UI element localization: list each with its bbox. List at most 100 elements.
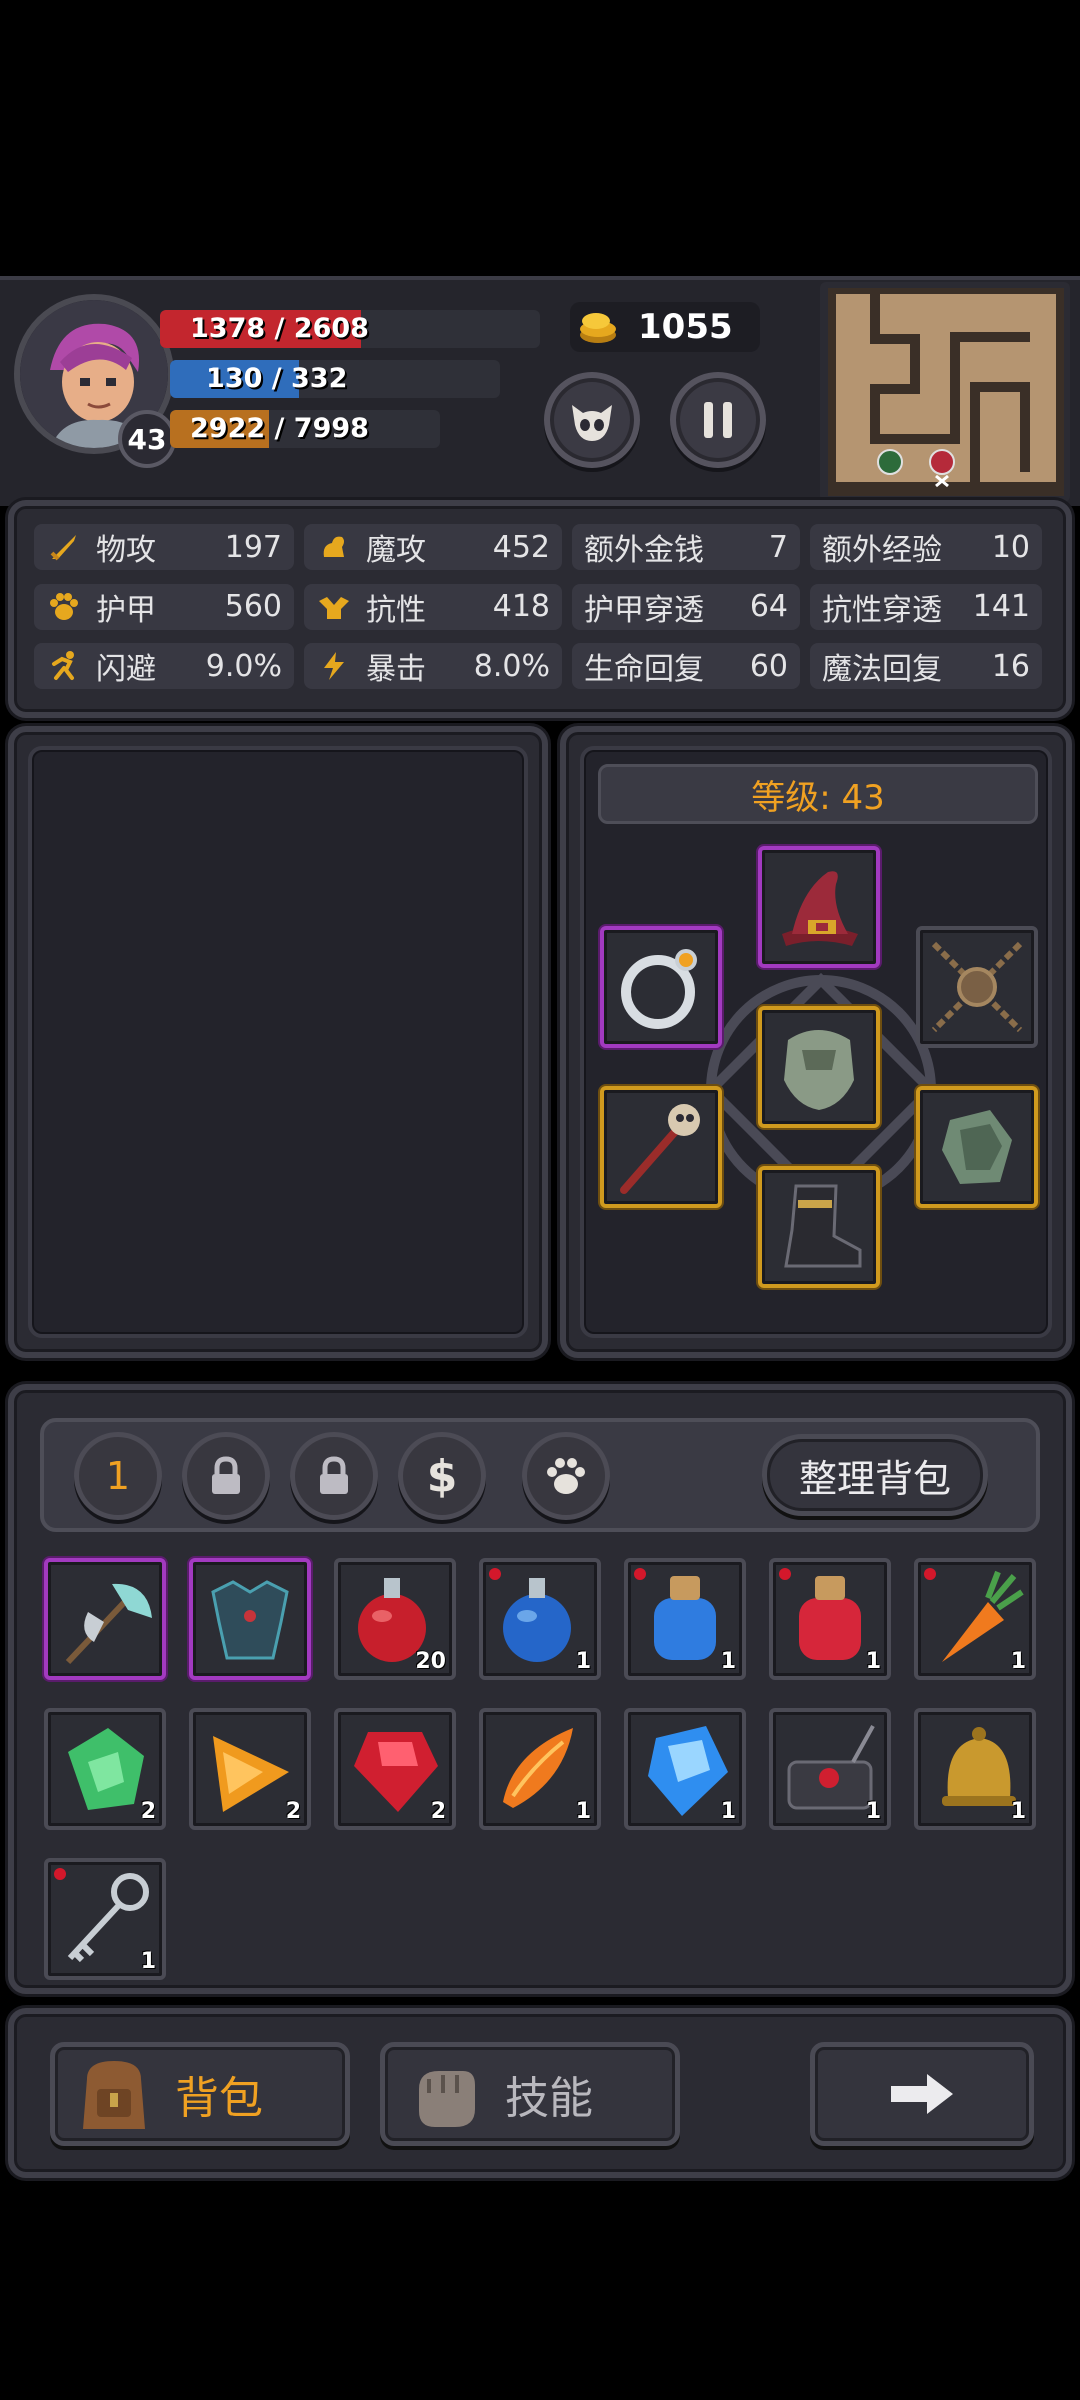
stat-7: 抗性穿透 141 [810, 583, 1042, 630]
equip-slot-amulet[interactable] [916, 926, 1038, 1048]
equip-slot-gloves[interactable] [916, 1086, 1038, 1208]
top-hud: 43 1378 / 2608 130 / 332 2922 / 7998 105… [0, 276, 1080, 506]
inventory-slot-flame-leaf[interactable]: 1 [479, 1708, 601, 1830]
item-count: 1 [1010, 1799, 1026, 1824]
stat-label: 物攻 [96, 533, 156, 568]
item-count: 1 [720, 1649, 736, 1674]
bag-nav-button[interactable]: 背包 [50, 2042, 350, 2146]
steel-gauntlet-icon [942, 1110, 1012, 1184]
pet-button[interactable] [544, 372, 640, 468]
stat-label: 护甲穿透 [584, 592, 704, 628]
stat-label: 暴击 [366, 652, 426, 688]
maze-map-icon [828, 288, 1064, 496]
inventory-slot-iron-key[interactable]: 1 [44, 1858, 166, 1980]
stat-5: 抗性 418 [304, 583, 562, 630]
lock-icon [212, 1456, 240, 1494]
inventory-slot-blue-potion-jar[interactable]: 1 [624, 1558, 746, 1680]
stat-label: 抗性 [366, 592, 426, 628]
magic-hand-icon [316, 529, 352, 565]
inventory-slot-carrot[interactable]: 1 [914, 1558, 1036, 1680]
inventory-tab-1[interactable]: 1 [74, 1432, 162, 1520]
item-count: 1 [140, 1949, 156, 1974]
player-level: 43 [127, 422, 167, 456]
inventory-slot-red-potion-jar[interactable]: 1 [769, 1558, 891, 1680]
black-boots-icon [784, 1184, 862, 1268]
inventory-slot-detonator[interactable]: 1 [769, 1708, 891, 1830]
lock-icon [320, 1456, 348, 1494]
inventory-slot-red-potion-round[interactable]: 20 [334, 1558, 456, 1680]
right-arrow-icon [891, 2074, 953, 2114]
xp-bar: 2922 / 7998 [170, 410, 440, 448]
stat-value: 10 [991, 529, 1030, 565]
stat-value: 7 [768, 529, 788, 565]
new-item-dot [924, 1568, 936, 1580]
equip-slot-ring[interactable] [600, 926, 722, 1048]
stat-2: 额外金钱 7 [572, 524, 800, 570]
equipment-level-label: 等级: 43 [751, 777, 885, 818]
inventory-slot-red-gem[interactable]: 2 [334, 1708, 456, 1830]
inventory-slot-green-gem[interactable]: 2 [44, 1708, 166, 1830]
inventory-slot-battle-axe[interactable] [44, 1558, 166, 1680]
hp-text: 1378 / 2608 [190, 313, 369, 344]
inventory-slot-chest-armor[interactable] [189, 1558, 311, 1680]
helmet-icon [316, 589, 352, 625]
pause-button[interactable] [670, 372, 766, 468]
inventory-tab-locked-2[interactable] [290, 1432, 378, 1520]
minimap[interactable] [820, 282, 1070, 502]
inventory-tab-shop[interactable]: $ [398, 1432, 486, 1520]
lightning-icon [316, 648, 352, 684]
equip-slot-head[interactable] [758, 846, 880, 968]
item-count: 1 [1010, 1649, 1026, 1674]
item-count: 2 [285, 1799, 301, 1824]
paw-shield-icon [46, 589, 82, 625]
inventory-grid: 20 1 1 1 1 2 2 2 1 1 1 1 1 [44, 1558, 1044, 1988]
inventory-tab-bar: 1 $ 整理背包 [40, 1418, 1040, 1532]
stat-value: 9.0% [205, 648, 282, 684]
creature-face-icon [572, 405, 612, 441]
next-arrow-button[interactable] [810, 2042, 1034, 2146]
stat-10: 生命回复 60 [572, 643, 800, 690]
skills-nav-label: 技能 [505, 2073, 593, 2124]
stat-11: 魔法回复 16 [810, 643, 1042, 690]
equip-slot-armor[interactable] [758, 1006, 880, 1128]
stat-0: 物攻 197 [34, 524, 294, 570]
sort-inventory-label: 整理背包 [798, 1456, 951, 1501]
stat-label: 魔攻 [366, 533, 426, 568]
gold-coins-icon [580, 313, 616, 343]
gold-counter: 1055 [570, 302, 760, 352]
inventory-tab-locked-1[interactable] [182, 1432, 270, 1520]
stat-label: 护甲 [96, 592, 156, 628]
running-icon [46, 648, 82, 684]
stat-label: 额外经验 [822, 533, 942, 568]
gold-amount: 1055 [638, 307, 733, 347]
stat-value: 560 [224, 589, 282, 625]
stat-label: 闪避 [96, 652, 156, 688]
skills-nav-button[interactable]: 技能 [380, 2042, 680, 2146]
new-item-dot [54, 1868, 66, 1880]
stat-4: 护甲 560 [34, 583, 294, 630]
stat-value: 141 [972, 589, 1030, 625]
equip-slot-boots[interactable] [758, 1166, 880, 1288]
stat-value: 418 [492, 589, 550, 625]
inventory-tab-pet[interactable] [522, 1432, 610, 1520]
item-count: 1 [865, 1649, 881, 1674]
new-item-dot [489, 1568, 501, 1580]
stat-value: 16 [991, 648, 1030, 684]
inventory-slot-orange-gem[interactable]: 2 [189, 1708, 311, 1830]
stat-label: 抗性穿透 [822, 592, 942, 628]
inventory-panel: 1 $ 整理背包 20 1 1 1 1 2 2 2 1 1 1 1 1 [8, 1384, 1072, 1994]
equip-slot-weapon[interactable] [600, 1086, 722, 1208]
item-count: 1 [720, 1799, 736, 1824]
battle-axe-icon [65, 1583, 152, 1665]
stat-value: 64 [749, 589, 788, 625]
sort-inventory-button[interactable]: 整理背包 [762, 1434, 988, 1516]
inventory-slot-blue-potion-round[interactable]: 1 [479, 1558, 601, 1680]
backpack-icon [83, 2061, 145, 2129]
inventory-slot-blue-gem[interactable]: 1 [624, 1708, 746, 1830]
character-view-panel [8, 726, 548, 1358]
inventory-tab-1-label: 1 [105, 1454, 131, 1498]
stat-label: 生命回复 [584, 652, 704, 688]
steel-armor-icon [784, 1030, 854, 1110]
paw-icon [547, 1458, 585, 1494]
inventory-slot-brass-bell[interactable]: 1 [914, 1708, 1036, 1830]
